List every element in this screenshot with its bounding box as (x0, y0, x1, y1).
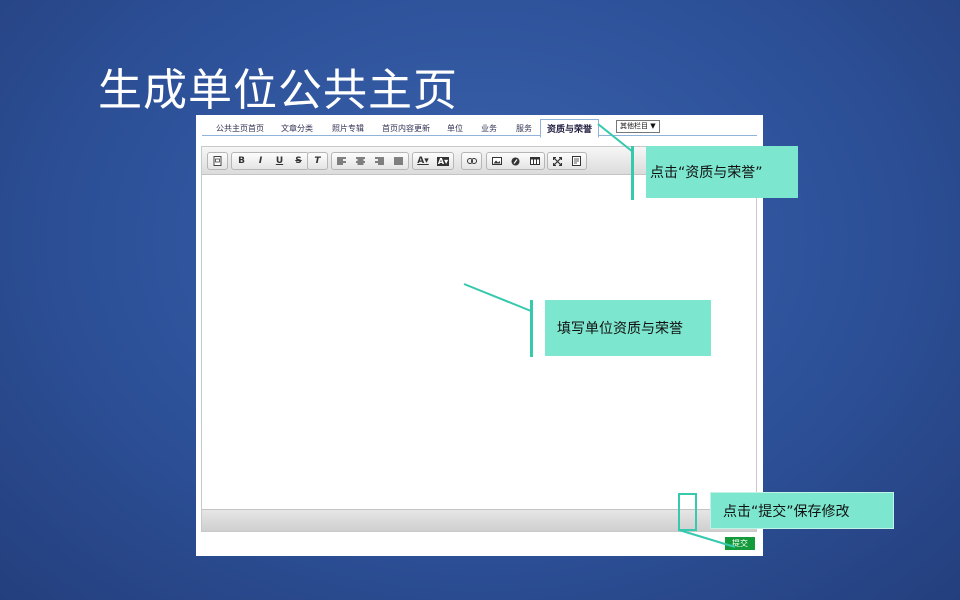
toolbar-group-link (461, 152, 482, 170)
tab-article-category[interactable]: 文章分类 (281, 123, 313, 134)
tab-bar: 公共主页首页 文章分类 照片专辑 首页内容更新 单位 业务 服务 资质与荣誉 其… (202, 119, 757, 138)
other-columns-select[interactable]: 其他栏目 ▼ (616, 120, 660, 133)
bold-icon[interactable]: B (232, 153, 251, 169)
tab-home[interactable]: 公共主页首页 (216, 123, 264, 134)
image-icon[interactable] (487, 153, 506, 169)
toolbar-group-source (207, 152, 228, 170)
editor-status-bar (202, 509, 756, 531)
toolbar-group-clear: T (307, 152, 328, 170)
italic-icon[interactable]: I (251, 153, 270, 169)
align-justify-icon[interactable] (389, 153, 408, 169)
maximize-icon[interactable] (548, 153, 567, 169)
text-color-icon[interactable]: A▾ (413, 153, 433, 169)
align-right-icon[interactable] (370, 153, 389, 169)
submit-button[interactable]: 提交 (725, 537, 755, 550)
toolbar-group-align (331, 152, 409, 170)
tab-business[interactable]: 业务 (481, 123, 497, 134)
align-center-icon[interactable] (351, 153, 370, 169)
callout-fill-content: 填写单位资质与荣誉 (545, 300, 711, 356)
toolbar-group-insert (486, 152, 545, 170)
callout-tab-bar (631, 146, 634, 200)
toolbar-group-color: A▾ A▾ (412, 152, 454, 170)
toolbar-group-view (547, 152, 587, 170)
callout-click-tab: 点击“资质与荣誉” (646, 146, 798, 198)
callout-content-bar (530, 300, 533, 357)
tab-home-content-update[interactable]: 首页内容更新 (382, 123, 430, 134)
tab-unit[interactable]: 单位 (447, 123, 463, 134)
background-color-glyph: A▾ (436, 156, 450, 166)
preview-icon[interactable] (567, 153, 586, 169)
toolbar-group-format: B I U S (231, 152, 309, 170)
flash-icon[interactable] (506, 153, 525, 169)
background-color-icon[interactable]: A▾ (433, 153, 453, 169)
strikethrough-icon[interactable]: S (289, 153, 308, 169)
tab-photo-album[interactable]: 照片专辑 (332, 123, 364, 134)
table-icon[interactable] (525, 153, 544, 169)
tab-service[interactable]: 服务 (516, 123, 532, 134)
tab-qualification-honor[interactable]: 资质与荣誉 (540, 119, 600, 138)
slide-title: 生成单位公共主页 (98, 65, 458, 116)
callout-click-submit: 点击“提交”保存修改 (710, 492, 894, 529)
link-icon[interactable] (462, 153, 481, 169)
remove-format-icon[interactable]: T (308, 153, 327, 169)
align-left-icon[interactable] (332, 153, 351, 169)
source-icon[interactable] (208, 153, 227, 169)
underline-icon[interactable]: U (270, 153, 289, 169)
